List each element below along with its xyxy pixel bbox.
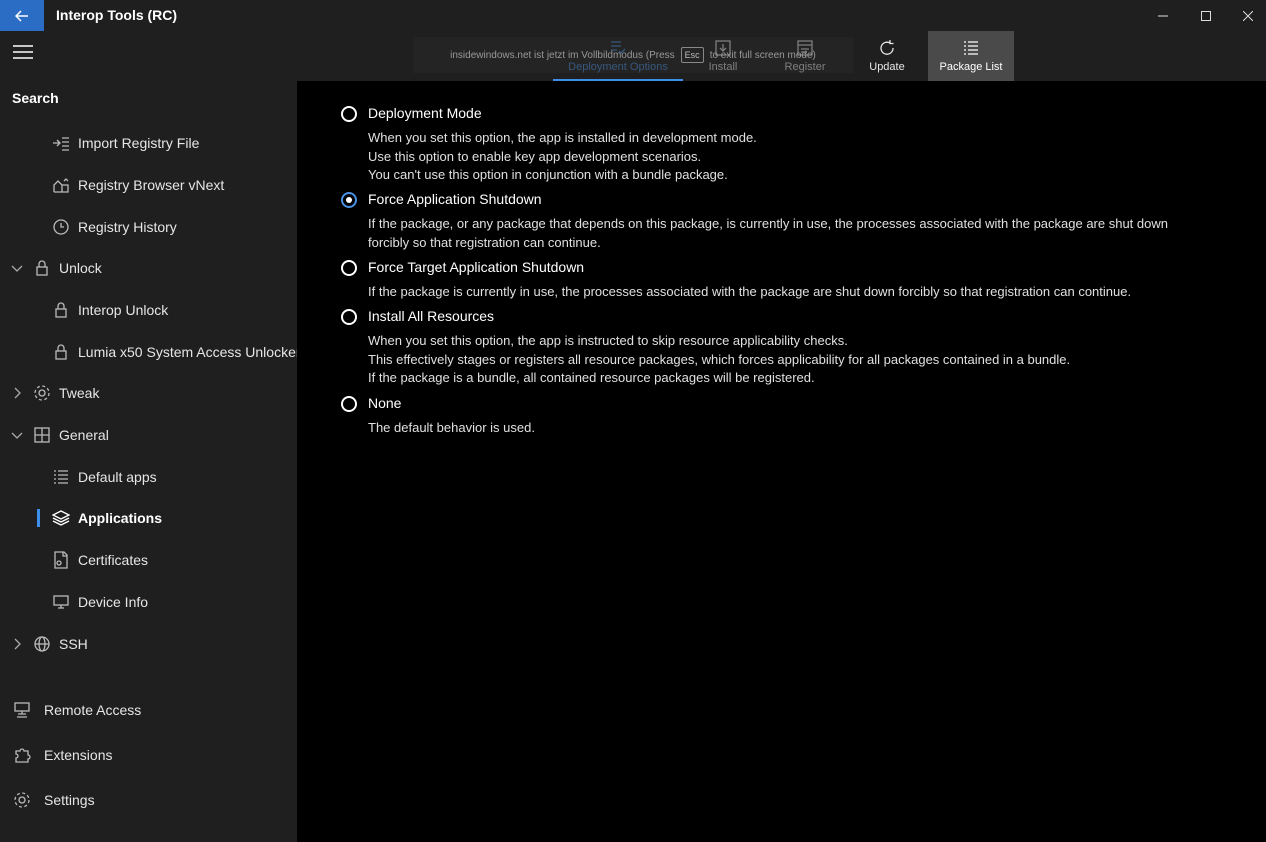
option-description: Use this option to enable key app develo…	[368, 148, 702, 164]
lock-icon	[36, 260, 48, 276]
sidebar-item-registry-history[interactable]: Registry History	[0, 209, 297, 245]
radio-button[interactable]	[341, 260, 357, 276]
sidebar-item-interop-unlock[interactable]: Interop Unlock	[0, 292, 297, 328]
close-icon	[1243, 10, 1253, 21]
list-icon	[54, 470, 68, 484]
sidebar: Search Import Registry File Registry Brow…	[0, 31, 301, 842]
sidebar-item-lumia-x50-system-access-unlocker[interactable]: Lumia x50 System Access Unlocker	[0, 334, 301, 370]
certificate-icon	[54, 551, 68, 569]
sidebar-item-label: SSH	[59, 636, 88, 652]
refresh-icon	[880, 40, 894, 55]
sidebar-item-certificates[interactable]: Certificates	[0, 542, 297, 578]
sidebar-item-label: Unlock	[59, 260, 102, 276]
sidebar-item-tweak[interactable]: Tweak	[0, 375, 297, 411]
option-title[interactable]: None	[368, 395, 401, 411]
puzzle-icon	[15, 748, 31, 763]
sidebar-item-ssh[interactable]: SSH	[0, 626, 297, 662]
option-description: If the package is a bundle, all containe…	[368, 370, 815, 385]
fullscreen-notice-text-end: to exit full screen mode)	[709, 49, 816, 61]
minimize-icon	[1158, 15, 1168, 16]
chevron-down-icon[interactable]	[10, 428, 24, 442]
sidebar-item-registry-browser-vnext[interactable]: Registry Browser vNext	[0, 167, 297, 203]
layers-icon	[52, 510, 70, 526]
sidebar-item-label: Lumia x50 System Access Unlocker	[78, 344, 301, 360]
registry-icon	[53, 178, 69, 193]
sidebar-item-remote-access[interactable]: Remote Access	[0, 692, 297, 728]
chevron-down-icon[interactable]	[10, 261, 24, 275]
radio-button[interactable]	[341, 309, 357, 325]
option-title[interactable]: Force Application Shutdown	[368, 191, 542, 207]
gear-icon	[34, 385, 50, 401]
sidebar-item-label: Settings	[44, 792, 95, 808]
sidebar-item-label: Tweak	[59, 385, 100, 401]
maximize-button[interactable]	[1185, 0, 1227, 31]
radio-button[interactable]	[341, 396, 357, 412]
deployment-options-panel: Deployment Mode When you set this option,…	[297, 81, 1266, 842]
sidebar-item-label: Interop Unlock	[78, 302, 169, 318]
option-title[interactable]: Force Target Application Shutdown	[368, 259, 584, 275]
sidebar-item-applications[interactable]: Applications	[0, 500, 297, 536]
lock-icon	[55, 302, 67, 318]
option-description: The default behavior is used.	[368, 420, 535, 435]
sidebar-item-label: Registry History	[78, 219, 177, 235]
hamburger-menu-button[interactable]	[12, 44, 34, 60]
remote-icon	[14, 702, 30, 718]
sidebar-item-label: Default apps	[78, 469, 157, 485]
radio-button[interactable]	[341, 192, 357, 208]
sidebar-item-device-info[interactable]: Device Info	[0, 584, 297, 620]
list-icon	[964, 41, 978, 55]
sidebar-item-label: Import Registry File	[78, 135, 200, 151]
sidebar-item-label: Certificates	[78, 552, 149, 568]
globe-icon	[34, 636, 50, 652]
option-title[interactable]: Deployment Mode	[368, 105, 482, 121]
fullscreen-notice: insidewindows.net ist jetzt im Vollbildm…	[413, 37, 853, 73]
lock-icon	[55, 344, 67, 360]
option-description: When you set this option, the app is ins…	[368, 130, 757, 145]
toolbar-button-label: Update	[869, 61, 905, 73]
option-description: If the package, or any package that depe…	[368, 216, 1168, 231]
sidebar-item-label: General	[59, 427, 109, 443]
maximize-icon	[1201, 10, 1211, 21]
toolbar-button-label: Package List	[939, 61, 1003, 73]
device-icon	[53, 595, 69, 609]
back-button[interactable]	[0, 0, 44, 31]
sidebar-item-label: Device Info	[78, 594, 149, 610]
selection-indicator	[37, 509, 40, 527]
sidebar-item-unlock[interactable]: Unlock	[0, 250, 297, 286]
sidebar-item-extensions[interactable]: Extensions	[0, 737, 297, 773]
sidebar-item-import-registry-file[interactable]: Import Registry File	[0, 125, 297, 161]
sidebar-item-label: Applications	[78, 510, 163, 526]
option-description: You can't use this option in conjunction…	[368, 167, 728, 182]
sidebar-item-general[interactable]: General	[0, 417, 297, 453]
arrow-left-icon	[15, 9, 28, 22]
toolbar-update-button[interactable]: Update	[847, 31, 927, 81]
hamburger-icon	[13, 45, 33, 59]
grid-icon	[34, 427, 50, 443]
sidebar-item-label: Remote Access	[44, 702, 142, 718]
chevron-right-icon[interactable]	[10, 637, 24, 651]
sidebar-item-label: Extensions	[44, 747, 113, 763]
sidebar-item-default-apps[interactable]: Default apps	[0, 459, 297, 495]
minimize-button[interactable]	[1142, 0, 1184, 31]
gear-icon	[14, 792, 30, 808]
option-description: When you set this option, the app is ins…	[368, 333, 848, 348]
fullscreen-notice-text: insidewindows.net ist jetzt im Vollbildm…	[450, 49, 675, 61]
sidebar-item-label: Registry Browser vNext	[78, 177, 225, 193]
app-title: Interop Tools (RC)	[56, 7, 178, 23]
toolbar-package-list-button[interactable]: Package List	[928, 31, 1014, 81]
close-button[interactable]	[1227, 0, 1266, 31]
radio-button[interactable]	[341, 106, 357, 122]
title-bar: Interop Tools (RC)	[0, 0, 1266, 31]
sidebar-item-settings[interactable]: Settings	[0, 782, 297, 818]
option-description: This effectively stages or registers all…	[368, 351, 1071, 367]
esc-key-hint: Esc	[680, 47, 704, 63]
option-title[interactable]: Install All Resources	[368, 308, 494, 324]
history-icon	[53, 219, 69, 235]
option-description: forcibly so that registration can contin…	[368, 234, 601, 250]
option-description: If the package is currently in use, the …	[368, 284, 1132, 299]
import-icon	[53, 137, 69, 151]
chevron-right-icon[interactable]	[10, 386, 24, 400]
search-label[interactable]: Search	[12, 90, 59, 106]
